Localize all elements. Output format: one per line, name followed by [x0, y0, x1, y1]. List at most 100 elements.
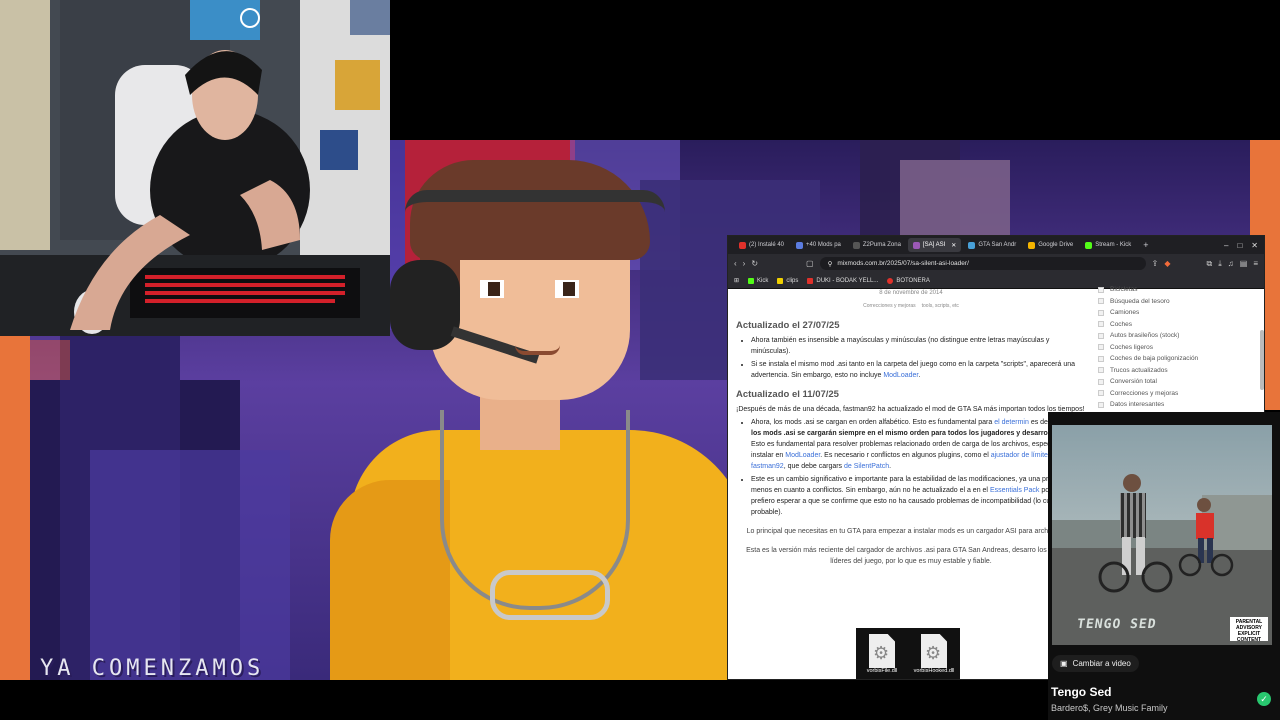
update-list: Ahora también es insensible a mayúsculas… [736, 335, 1086, 381]
minimize-button[interactable]: – [1224, 241, 1228, 250]
text: , que debe cargars [783, 463, 843, 470]
share-icon[interactable]: ⇪ [1152, 259, 1159, 268]
sidebar-item-label: Búsqueda del tesoro [1110, 297, 1170, 305]
sidebar-item-label: Autos brasileños (stock) [1110, 332, 1180, 340]
checkbox-icon [1098, 390, 1104, 397]
parental-advisory-label: PARENTAL ADVISORY EXPLICIT CONTENT [1230, 617, 1268, 643]
record-icon [887, 277, 894, 284]
extensions-icon[interactable]: ⧉ [1207, 259, 1213, 269]
sidebar-item-baja-poligonizacion[interactable]: Coches de baja poligonización [1098, 353, 1256, 365]
page-icon [796, 241, 804, 249]
album-cover: TENGO SED PARENTAL ADVISORY EXPLICIT CON… [1052, 425, 1272, 645]
site-settings-icon[interactable]: ⚲ [828, 260, 833, 268]
sidebar-item-coches[interactable]: Coches [1098, 319, 1256, 331]
sidebar-item-label: Datos interesantes [1110, 401, 1165, 409]
orange-border-strip-left [0, 330, 30, 680]
text: . Es necesario r conflictos en algunos p… [820, 452, 989, 459]
tab-youtube[interactable]: (2) Instalé 40 [734, 238, 789, 252]
checkbox-icon [1098, 344, 1104, 351]
sidebar-icon[interactable]: ▤ [1240, 259, 1248, 268]
file-name: vorbisFile.dll [866, 668, 898, 674]
brave-shield-icon[interactable]: ◆ [1164, 259, 1170, 268]
check-icon[interactable]: ✓ [1257, 692, 1271, 706]
section-heading: Actualizado el 11/07/25 [736, 389, 839, 400]
tab-label: Z2Puma Zona [862, 242, 901, 248]
tab-google-drive[interactable]: Google Drive [1023, 238, 1078, 252]
modloader-link[interactable]: ModLoader [883, 372, 918, 379]
close-tab-icon[interactable]: ✕ [951, 242, 956, 249]
forward-icon[interactable]: › [743, 259, 746, 268]
new-tab-button[interactable]: + [1138, 238, 1153, 252]
checkbox-icon [1098, 401, 1104, 408]
window-controls: – □ ✕ [1224, 241, 1264, 250]
tab-bar: (2) Instalé 40 +40 Mods pa Z2Puma Zona [… [728, 236, 1264, 254]
sidebar-item-busqueda-tesoro[interactable]: Búsqueda del tesoro [1098, 296, 1256, 308]
clips-icon [777, 277, 784, 284]
sidebar-item-bicicletas[interactable]: Bicicletas [1098, 284, 1256, 296]
inline-link[interactable]: el determin [994, 419, 1029, 426]
tab-label: +40 Mods pa [806, 242, 841, 248]
bookmark-icon[interactable]: ▢ [806, 259, 814, 268]
sidebar-item-correcciones[interactable]: Correcciones y mejoras [1098, 388, 1256, 400]
video-icon: ▣ [1060, 659, 1068, 668]
menu-icon[interactable]: ≡ [1253, 259, 1258, 268]
post-date: 8 de novembre de 2014 [879, 290, 943, 296]
tag-link[interactable]: Correcciones y mejoras [863, 301, 916, 312]
download-icon[interactable]: ⤓ [1218, 259, 1222, 269]
paragraph: Esta es la versión más reciente del carg… [746, 547, 1076, 565]
switch-to-video-button[interactable]: ▣ Cambiar a video [1052, 655, 1139, 672]
modloader-link[interactable]: ModLoader [785, 452, 820, 459]
tab-label: Stream - Kick [1095, 242, 1132, 248]
sidebar-item-camiones[interactable]: Camiones [1098, 307, 1256, 319]
back-icon[interactable]: ‹ [734, 259, 737, 268]
address-bar[interactable]: ⚲ mixmods.com.br/2025/07/sa-silent-asi-l… [819, 257, 1146, 270]
page-icon [852, 241, 860, 249]
update-list: Ahora, los mods .asi se cargan en orden … [736, 417, 1086, 518]
maximize-button[interactable]: □ [1237, 241, 1242, 250]
scrollbar-thumb[interactable] [1260, 330, 1264, 390]
sidebar-item-autos-brasilenos[interactable]: Autos brasileños (stock) [1098, 330, 1256, 342]
file-item: vorbisHooked.dll [913, 634, 955, 679]
checkbox-icon [1098, 321, 1104, 328]
sidebar-item-trucos[interactable]: Trucos actualizados [1098, 365, 1256, 377]
webcam-feed [0, 0, 390, 336]
tab-gta-san-andreas[interactable]: GTA San Andr [963, 238, 1021, 252]
navigation-bar: ‹ › ↻ ▢ ⚲ mixmods.com.br/2025/07/sa-sile… [728, 254, 1264, 273]
bookmark-duki[interactable]: DUKI - BODAK YELL... [807, 277, 878, 284]
sidebar-item-datos[interactable]: Datos interesantes [1098, 399, 1256, 411]
checkbox-icon [1098, 367, 1104, 374]
silentpatch-link[interactable]: de SilentPatch [844, 463, 889, 470]
sidebar-item-label: Coches ligeros [1110, 343, 1153, 351]
reload-icon[interactable]: ↻ [751, 259, 758, 268]
album-title-text: TENGO SED [1075, 617, 1158, 632]
album-cover-art [1052, 474, 1272, 645]
bookmark-clips[interactable]: clips [777, 277, 799, 284]
tag-link[interactable]: tools, scripts, etc [922, 301, 959, 312]
sidebar-item-conversion-total[interactable]: Conversión total [1098, 376, 1256, 388]
kick-icon [1085, 241, 1093, 249]
list-item: Este es un cambio significativo e import… [751, 474, 1086, 518]
song-artist: Bardero$, Grey Music Family [1051, 703, 1168, 713]
bookmark-botonera[interactable]: BOTONERA [887, 277, 930, 284]
bookmark-kick[interactable]: Kick [748, 277, 769, 284]
youtube-icon [739, 241, 746, 249]
page-icon [968, 241, 976, 249]
close-window-button[interactable]: ✕ [1251, 241, 1258, 250]
tab-asi-loader[interactable]: [SA] ASI ✕ [907, 238, 962, 252]
sidebar-item-coches-ligeros[interactable]: Coches ligeros [1098, 342, 1256, 354]
tab-kick-stream[interactable]: Stream - Kick [1080, 238, 1136, 252]
tab-z2puma[interactable]: Z2Puma Zona [848, 238, 906, 252]
essentials-pack-link[interactable]: Essentials Pack [990, 487, 1039, 494]
kick-icon [748, 277, 755, 284]
sidebar-item-label: Coches [1110, 320, 1133, 328]
media-icon[interactable]: ♫ [1228, 259, 1234, 268]
file-name: vorbisHooked.dll [913, 668, 955, 674]
dll-files-image: vorbisFile.dll vorbisHooked.dll [856, 628, 960, 679]
apps-grid-icon[interactable]: ⊞ [734, 277, 739, 284]
bookmark-label: clips [786, 277, 799, 284]
sidebar-item-label: Correcciones y mejoras [1110, 389, 1179, 397]
post-tags: Correcciones y mejoras tools, scripts, e… [736, 301, 1086, 312]
bookmark-label: Kick [757, 277, 769, 284]
tab-mods[interactable]: +40 Mods pa [791, 238, 846, 252]
dll-file-icon [869, 634, 895, 668]
